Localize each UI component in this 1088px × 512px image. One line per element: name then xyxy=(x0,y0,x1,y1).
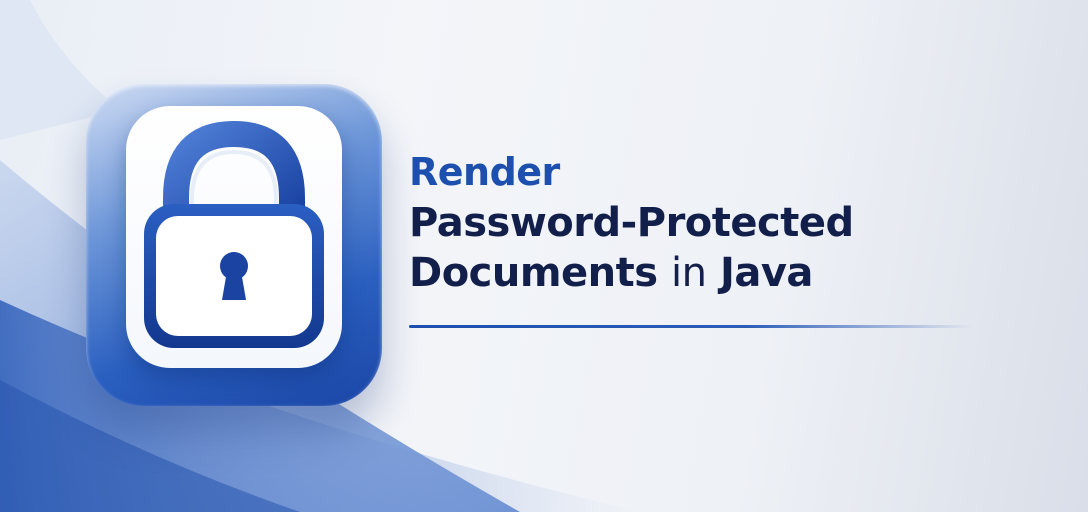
headline: Render Password-Protected Documents in J… xyxy=(409,146,1009,298)
headline-line-3: Documents in Java xyxy=(409,248,1009,298)
headline-word-java: Java xyxy=(719,250,813,296)
headline-word-documents: Documents xyxy=(409,250,658,296)
padlock-icon xyxy=(144,120,324,348)
headline-line-2: Password-Protected xyxy=(409,200,854,246)
headline-word-in: in xyxy=(671,250,707,296)
app-icon-inner xyxy=(126,106,342,368)
app-icon-tile xyxy=(86,84,382,406)
headline-line-1: Render xyxy=(409,150,560,194)
headline-underline xyxy=(409,325,973,328)
